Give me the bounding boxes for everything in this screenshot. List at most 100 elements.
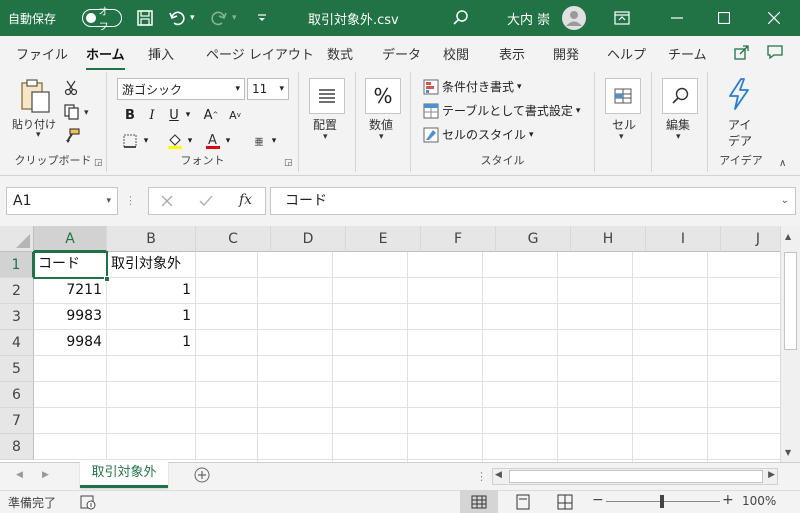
- horizontal-scroll-thumb[interactable]: [509, 470, 763, 483]
- increase-font-icon[interactable]: A ^: [201, 105, 221, 125]
- alignment-icon[interactable]: [309, 78, 345, 114]
- format-painter-icon[interactable]: [64, 128, 80, 144]
- paste-label[interactable]: 貼り付け: [12, 116, 56, 132]
- cell-b7[interactable]: [107, 408, 196, 434]
- font-size-dropdown-icon[interactable]: ▾: [279, 84, 284, 94]
- column-header-b[interactable]: B: [107, 226, 196, 252]
- tab-file[interactable]: ファイル: [16, 44, 68, 63]
- column-header-g[interactable]: G: [496, 226, 571, 252]
- name-box-dropdown-icon[interactable]: ▾: [106, 188, 111, 214]
- editing-group[interactable]: 編集 ▾: [652, 72, 708, 172]
- column-header-e[interactable]: E: [346, 226, 421, 252]
- formula-input[interactable]: コード ⌄: [270, 187, 796, 215]
- column-header-i[interactable]: I: [646, 226, 721, 252]
- zoom-out-icon[interactable]: −: [592, 492, 604, 508]
- column-header-j[interactable]: J: [721, 226, 780, 252]
- row-header-5[interactable]: 5: [0, 356, 34, 382]
- next-sheet-icon[interactable]: ▶: [42, 470, 49, 480]
- zoom-slider-thumb[interactable]: [660, 495, 664, 508]
- comments-icon[interactable]: [767, 44, 783, 60]
- cut-icon[interactable]: [64, 80, 78, 96]
- find-icon[interactable]: [662, 78, 698, 114]
- tab-team[interactable]: チーム: [668, 44, 707, 63]
- font-launcher-icon[interactable]: ◲: [284, 158, 293, 168]
- tab-developer[interactable]: 開発: [553, 44, 579, 63]
- sheet-tab-active[interactable]: 取引対象外: [80, 462, 168, 488]
- editing-dropdown-icon[interactable]: ▾: [676, 132, 681, 142]
- vertical-scroll-thumb[interactable]: [784, 252, 797, 350]
- cells-icon[interactable]: [605, 78, 641, 114]
- format-as-table-button[interactable]: テーブルとして書式設定 ▾: [423, 102, 580, 119]
- copy-icon[interactable]: [64, 104, 80, 120]
- cell-b5[interactable]: [107, 356, 196, 382]
- cell-b2[interactable]: 1: [107, 278, 196, 304]
- tab-home[interactable]: ホーム: [86, 44, 125, 71]
- tab-page-layout[interactable]: ページ レイアウト: [206, 44, 314, 63]
- ribbon-display-icon[interactable]: [614, 0, 630, 36]
- select-all-button[interactable]: [0, 226, 34, 252]
- scroll-up-icon[interactable]: ▲: [785, 232, 791, 241]
- search-icon[interactable]: [452, 0, 470, 36]
- underline-dropdown-icon[interactable]: ▾: [183, 105, 193, 125]
- cells-group[interactable]: セル ▾: [595, 72, 652, 172]
- conditional-formatting-button[interactable]: 条件付き書式 ▾: [423, 78, 522, 95]
- decrease-font-icon[interactable]: Av: [225, 105, 245, 125]
- column-header-h[interactable]: H: [571, 226, 646, 252]
- font-name-dropdown-icon[interactable]: ▾: [235, 84, 240, 94]
- row-header-1[interactable]: 1: [0, 252, 34, 278]
- horizontal-scrollbar[interactable]: ◀ ▶: [492, 468, 778, 485]
- accessibility-icon[interactable]: [80, 494, 96, 510]
- fill-color-icon[interactable]: [165, 131, 185, 151]
- column-header-a[interactable]: A: [34, 226, 107, 252]
- zoom-level[interactable]: 100%: [742, 494, 776, 508]
- name-box[interactable]: A1 ▾: [6, 187, 118, 215]
- column-header-d[interactable]: D: [271, 226, 346, 252]
- cell-a7[interactable]: [34, 408, 107, 434]
- collapse-ribbon-icon[interactable]: ∧: [779, 158, 786, 169]
- tab-insert[interactable]: 挿入: [148, 44, 174, 63]
- scroll-down-icon[interactable]: ▼: [785, 448, 791, 457]
- page-layout-view-icon[interactable]: [515, 494, 531, 510]
- row-header-7[interactable]: 7: [0, 408, 34, 434]
- scroll-left-icon[interactable]: ◀: [495, 470, 502, 480]
- normal-view-icon[interactable]: [460, 490, 498, 513]
- row-header-2[interactable]: 2: [0, 278, 34, 304]
- minimize-icon[interactable]: [671, 0, 683, 36]
- customize-qat-icon[interactable]: [256, 0, 268, 36]
- borders-icon[interactable]: [121, 131, 139, 151]
- tab-help[interactable]: ヘルプ: [607, 44, 646, 63]
- avatar[interactable]: [562, 0, 586, 36]
- tab-split-handle-icon[interactable]: ⋮: [476, 470, 487, 483]
- page-break-view-icon[interactable]: [557, 494, 573, 510]
- font-color-icon[interactable]: A: [203, 131, 223, 151]
- column-header-c[interactable]: C: [196, 226, 271, 252]
- cell-a3[interactable]: 9983: [34, 304, 107, 330]
- undo-icon[interactable]: [168, 0, 186, 36]
- row-header-4[interactable]: 4: [0, 330, 34, 356]
- scroll-right-icon[interactable]: ▶: [768, 470, 775, 480]
- cell-b1[interactable]: 取引対象外: [107, 252, 196, 278]
- insert-function-button[interactable]: fx: [239, 192, 252, 208]
- font-color-dropdown-icon[interactable]: ▾: [223, 131, 233, 151]
- phonetic-dropdown-icon[interactable]: ▾: [269, 131, 279, 151]
- copy-dropdown-icon[interactable]: ▾: [84, 108, 89, 118]
- fill-handle[interactable]: [104, 276, 110, 282]
- cell-a6[interactable]: [34, 382, 107, 408]
- font-size-box[interactable]: 11 ▾: [247, 78, 289, 100]
- italic-icon[interactable]: I: [143, 105, 161, 125]
- fill-color-dropdown-icon[interactable]: ▾: [185, 131, 195, 151]
- paste-icon[interactable]: [20, 78, 52, 114]
- cell-b6[interactable]: [107, 382, 196, 408]
- tab-formulas[interactable]: 数式: [327, 44, 353, 63]
- undo-dropdown-icon[interactable]: ▾: [190, 0, 195, 36]
- cell-b8[interactable]: [107, 434, 196, 460]
- tab-data[interactable]: データ: [382, 44, 421, 63]
- ideas-lightning-icon[interactable]: [726, 78, 752, 110]
- clipboard-launcher-icon[interactable]: ◲: [94, 158, 103, 168]
- cell-a2[interactable]: 7211: [34, 278, 107, 304]
- zoom-in-icon[interactable]: +: [722, 492, 734, 508]
- alignment-group[interactable]: 配置 ▾: [299, 72, 356, 172]
- vertical-scrollbar[interactable]: ▲ ▼: [780, 226, 800, 462]
- underline-icon[interactable]: U: [165, 105, 183, 125]
- cells-dropdown-icon[interactable]: ▾: [619, 132, 624, 142]
